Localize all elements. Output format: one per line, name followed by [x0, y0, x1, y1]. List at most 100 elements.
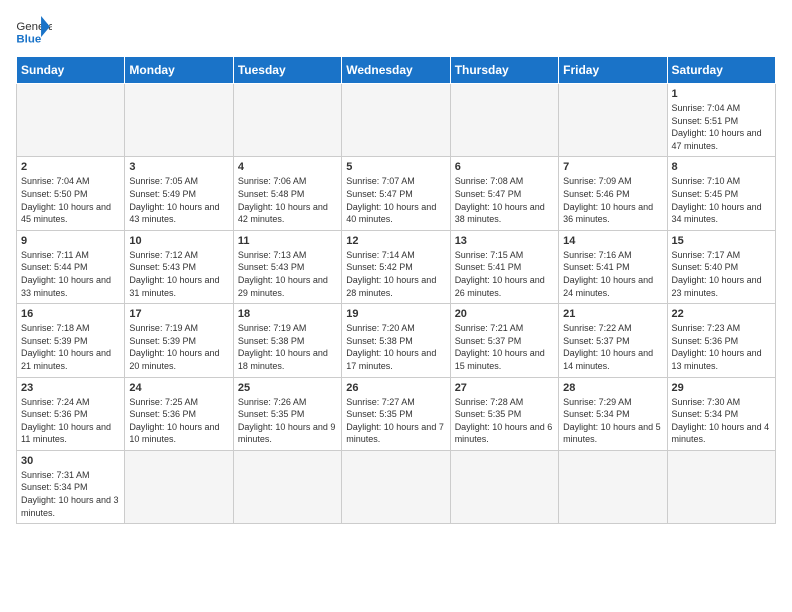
header: General Blue — [16, 16, 776, 46]
day-number: 5 — [346, 161, 445, 173]
calendar-cell: 14 Sunrise: 7:16 AM Sunset: 5:41 PM Dayli… — [559, 230, 667, 303]
day-info: Sunrise: 7:13 AM Sunset: 5:43 PM Dayligh… — [238, 249, 337, 299]
day-info: Sunrise: 7:23 AM Sunset: 5:36 PM Dayligh… — [672, 322, 771, 372]
day-info: Sunrise: 7:28 AM Sunset: 5:35 PM Dayligh… — [455, 396, 554, 446]
day-number: 11 — [238, 235, 337, 247]
day-info: Sunrise: 7:24 AM Sunset: 5:36 PM Dayligh… — [21, 396, 120, 446]
day-number: 22 — [672, 308, 771, 320]
calendar-cell: 6 Sunrise: 7:08 AM Sunset: 5:47 PM Daylig… — [450, 157, 558, 230]
weekday-header-monday: Monday — [125, 57, 233, 84]
day-info: Sunrise: 7:19 AM Sunset: 5:39 PM Dayligh… — [129, 322, 228, 372]
calendar-cell — [342, 450, 450, 523]
day-number: 7 — [563, 161, 662, 173]
calendar-cell: 17Sunrise: 7:19 AM Sunset: 5:39 PM Dayli… — [125, 304, 233, 377]
calendar-cell — [667, 450, 775, 523]
calendar-cell — [559, 84, 667, 157]
day-info: Sunrise: 7:21 AM Sunset: 5:37 PM Dayligh… — [455, 322, 554, 372]
calendar-table: SundayMondayTuesdayWednesdayThursdayFrid… — [16, 56, 776, 524]
day-number: 28 — [563, 382, 662, 394]
day-number: 21 — [563, 308, 662, 320]
day-number: 26 — [346, 382, 445, 394]
calendar-cell: 11 Sunrise: 7:13 AM Sunset: 5:43 PM Dayli… — [233, 230, 341, 303]
day-info: Sunrise: 7:27 AM Sunset: 5:35 PM Dayligh… — [346, 396, 445, 446]
calendar-cell: 29 Sunrise: 7:30 AM Sunset: 5:34 PM Dayli… — [667, 377, 775, 450]
calendar-cell: 16 Sunrise: 7:18 AM Sunset: 5:39 PM Dayli… — [17, 304, 125, 377]
day-info: Sunrise: 7:22 AM Sunset: 5:37 PM Dayligh… — [563, 322, 662, 372]
day-number: 16 — [21, 308, 120, 320]
weekday-header-friday: Friday — [559, 57, 667, 84]
day-info: Sunrise: 7:31 AM Sunset: 5:34 PM Dayligh… — [21, 469, 120, 519]
calendar-cell — [233, 84, 341, 157]
calendar-cell: 1Sunrise: 7:04 AM Sunset: 5:51 PM Daylig… — [667, 84, 775, 157]
day-info: Sunrise: 7:19 AM Sunset: 5:38 PM Dayligh… — [238, 322, 337, 372]
weekday-header-tuesday: Tuesday — [233, 57, 341, 84]
day-info: Sunrise: 7:15 AM Sunset: 5:41 PM Dayligh… — [455, 249, 554, 299]
day-info: Sunrise: 7:04 AM Sunset: 5:50 PM Dayligh… — [21, 175, 120, 225]
calendar-cell: 15 Sunrise: 7:17 AM Sunset: 5:40 PM Dayli… — [667, 230, 775, 303]
day-number: 1 — [672, 88, 771, 100]
calendar-cell: 20Sunrise: 7:21 AM Sunset: 5:37 PM Dayli… — [450, 304, 558, 377]
calendar-cell: 18 Sunrise: 7:19 AM Sunset: 5:38 PM Dayli… — [233, 304, 341, 377]
day-info: Sunrise: 7:20 AM Sunset: 5:38 PM Dayligh… — [346, 322, 445, 372]
calendar-cell: 27 Sunrise: 7:28 AM Sunset: 5:35 PM Dayli… — [450, 377, 558, 450]
day-number: 24 — [129, 382, 228, 394]
day-number: 12 — [346, 235, 445, 247]
day-info: Sunrise: 7:16 AM Sunset: 5:41 PM Dayligh… — [563, 249, 662, 299]
calendar-cell: 23 Sunrise: 7:24 AM Sunset: 5:36 PM Dayli… — [17, 377, 125, 450]
day-info: Sunrise: 7:26 AM Sunset: 5:35 PM Dayligh… — [238, 396, 337, 446]
day-info: Sunrise: 7:11 AM Sunset: 5:44 PM Dayligh… — [21, 249, 120, 299]
calendar-cell — [233, 450, 341, 523]
day-number: 3 — [129, 161, 228, 173]
day-number: 23 — [21, 382, 120, 394]
day-info: Sunrise: 7:17 AM Sunset: 5:40 PM Dayligh… — [672, 249, 771, 299]
day-info: Sunrise: 7:18 AM Sunset: 5:39 PM Dayligh… — [21, 322, 120, 372]
calendar-cell: 3 Sunrise: 7:05 AM Sunset: 5:49 PM Daylig… — [125, 157, 233, 230]
calendar-cell — [17, 84, 125, 157]
calendar-cell: 13 Sunrise: 7:15 AM Sunset: 5:41 PM Dayli… — [450, 230, 558, 303]
weekday-header-saturday: Saturday — [667, 57, 775, 84]
calendar-cell: 12 Sunrise: 7:14 AM Sunset: 5:42 PM Dayli… — [342, 230, 450, 303]
calendar-cell: 22 Sunrise: 7:23 AM Sunset: 5:36 PM Dayli… — [667, 304, 775, 377]
calendar-cell: 9 Sunrise: 7:11 AM Sunset: 5:44 PM Daylig… — [17, 230, 125, 303]
calendar-cell — [559, 450, 667, 523]
day-number: 27 — [455, 382, 554, 394]
calendar-cell — [450, 84, 558, 157]
calendar-cell: 25 Sunrise: 7:26 AM Sunset: 5:35 PM Dayli… — [233, 377, 341, 450]
calendar-cell — [125, 84, 233, 157]
calendar-cell: 28Sunrise: 7:29 AM Sunset: 5:34 PM Dayli… — [559, 377, 667, 450]
day-info: Sunrise: 7:14 AM Sunset: 5:42 PM Dayligh… — [346, 249, 445, 299]
day-info: Sunrise: 7:05 AM Sunset: 5:49 PM Dayligh… — [129, 175, 228, 225]
calendar-cell: 5Sunrise: 7:07 AM Sunset: 5:47 PM Daylig… — [342, 157, 450, 230]
weekday-header-sunday: Sunday — [17, 57, 125, 84]
day-number: 14 — [563, 235, 662, 247]
calendar-cell: 2 Sunrise: 7:04 AM Sunset: 5:50 PM Daylig… — [17, 157, 125, 230]
calendar-cell — [450, 450, 558, 523]
day-info: Sunrise: 7:09 AM Sunset: 5:46 PM Dayligh… — [563, 175, 662, 225]
day-number: 9 — [21, 235, 120, 247]
day-info: Sunrise: 7:25 AM Sunset: 5:36 PM Dayligh… — [129, 396, 228, 446]
day-info: Sunrise: 7:08 AM Sunset: 5:47 PM Dayligh… — [455, 175, 554, 225]
day-number: 19 — [346, 308, 445, 320]
calendar-cell: 21 Sunrise: 7:22 AM Sunset: 5:37 PM Dayli… — [559, 304, 667, 377]
day-info: Sunrise: 7:10 AM Sunset: 5:45 PM Dayligh… — [672, 175, 771, 225]
weekday-header-wednesday: Wednesday — [342, 57, 450, 84]
calendar-cell: 24 Sunrise: 7:25 AM Sunset: 5:36 PM Dayli… — [125, 377, 233, 450]
day-number: 18 — [238, 308, 337, 320]
day-number: 4 — [238, 161, 337, 173]
day-info: Sunrise: 7:30 AM Sunset: 5:34 PM Dayligh… — [672, 396, 771, 446]
day-number: 29 — [672, 382, 771, 394]
day-number: 6 — [455, 161, 554, 173]
day-number: 25 — [238, 382, 337, 394]
calendar-cell: 10Sunrise: 7:12 AM Sunset: 5:43 PM Dayli… — [125, 230, 233, 303]
day-number: 15 — [672, 235, 771, 247]
calendar-cell — [125, 450, 233, 523]
calendar-cell — [342, 84, 450, 157]
calendar-cell: 8 Sunrise: 7:10 AM Sunset: 5:45 PM Daylig… — [667, 157, 775, 230]
day-number: 8 — [672, 161, 771, 173]
day-number: 2 — [21, 161, 120, 173]
calendar-cell: 7 Sunrise: 7:09 AM Sunset: 5:46 PM Daylig… — [559, 157, 667, 230]
day-info: Sunrise: 7:06 AM Sunset: 5:48 PM Dayligh… — [238, 175, 337, 225]
day-number: 13 — [455, 235, 554, 247]
day-number: 30 — [21, 455, 120, 467]
day-info: Sunrise: 7:12 AM Sunset: 5:43 PM Dayligh… — [129, 249, 228, 299]
